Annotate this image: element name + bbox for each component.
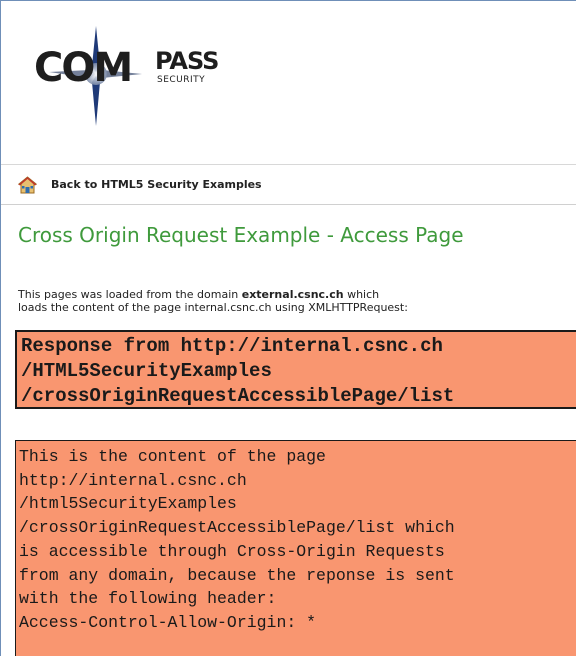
intro-line1-prefix: This pages was loaded from the domain bbox=[18, 288, 242, 301]
logo-security-text: SECURITY bbox=[157, 75, 206, 85]
intro-domain: external.csnc.ch bbox=[241, 288, 344, 301]
intro-line2: loads the content of the page internal.c… bbox=[18, 301, 408, 314]
response-line: Response from http://internal.csnc.ch bbox=[21, 335, 443, 357]
content-line: This is the content of the page bbox=[19, 447, 326, 466]
content-line: from any domain, because the reponse is … bbox=[19, 565, 455, 585]
logo-wordmark: COM bbox=[34, 45, 133, 91]
home-icon[interactable] bbox=[17, 176, 38, 194]
back-to-examples-link[interactable]: Back to HTML5 Security Examples bbox=[51, 178, 262, 191]
browser-frame: COM PASS SECURITY Back to HTML5 Security… bbox=[0, 0, 576, 656]
content-line: http://internal.csnc.ch bbox=[19, 470, 247, 490]
content-line: Access-Control-Allow-Origin: * bbox=[19, 612, 317, 632]
intro-text: This pages was loaded from the domain ex… bbox=[18, 288, 576, 314]
content-line: /crossOriginRequestAccessiblePage/list w… bbox=[19, 518, 455, 538]
content-line: /html5SecurityExamples bbox=[19, 494, 237, 514]
intro-line1-suffix: which bbox=[343, 288, 380, 301]
content-line: is accessible through Cross-Origin Reque… bbox=[19, 541, 445, 561]
back-navigation-bar: Back to HTML5 Security Examples bbox=[1, 166, 576, 205]
response-line: /HTML5SecurityExamples bbox=[21, 360, 272, 382]
content-line: with the following header: bbox=[19, 589, 277, 609]
response-line: /crossOriginRequestAccessiblePage/list bbox=[21, 385, 455, 407]
response-content-box: This is the content of the page http://i… bbox=[15, 440, 576, 656]
response-content: This is the content of the page http://i… bbox=[19, 445, 455, 635]
response-box: Response from http://internal.csnc.ch /H… bbox=[15, 330, 576, 409]
page-title: Cross Origin Request Example - Access Pa… bbox=[18, 223, 464, 247]
page-header: COM PASS SECURITY bbox=[1, 1, 576, 165]
logo-wordmark-pass: PASS bbox=[155, 47, 219, 75]
compass-logo[interactable]: COM PASS SECURITY bbox=[34, 26, 254, 126]
response-heading: Response from http://internal.csnc.ch /H… bbox=[21, 334, 454, 409]
